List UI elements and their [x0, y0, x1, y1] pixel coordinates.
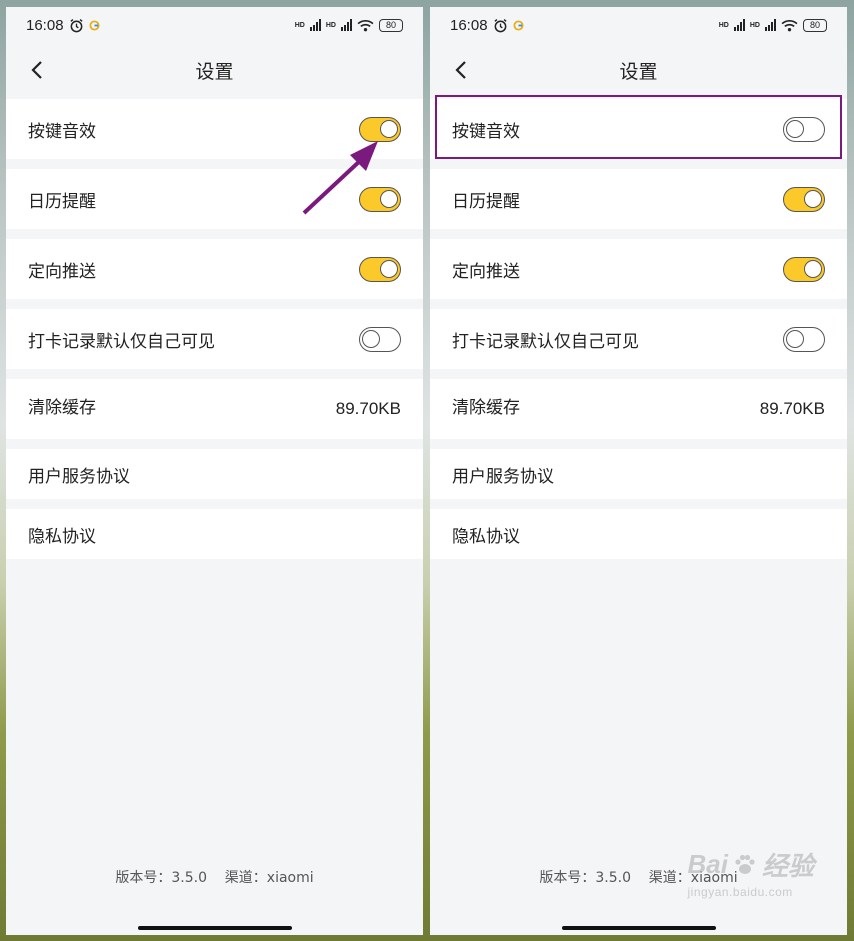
phone-screen-left: 16:08 HD HD 80 设置 按键音效 日历提醒 定向推送 打卡记录默认仅… — [6, 7, 423, 935]
checkin-private-toggle[interactable] — [359, 326, 401, 352]
back-button[interactable] — [22, 55, 52, 85]
setting-label: 清除缓存 — [28, 397, 96, 418]
home-indicator[interactable] — [137, 926, 292, 930]
hd-label: HD — [749, 21, 760, 29]
phone-screen-right: 16:08 HD HD 80 设置 按键音效 日历提醒 定向推送 打卡记录默认仅… — [430, 7, 847, 935]
status-time: 16:08 — [450, 16, 488, 34]
version-info: 版本号：3.5.0 渠道：xiaomi — [115, 870, 314, 886]
alarm-icon — [493, 18, 507, 32]
cache-size-value: 89.70KB — [759, 399, 825, 418]
circle-app-icon — [513, 19, 524, 31]
setting-row-calendar-reminder[interactable]: 日历提醒 — [6, 169, 423, 229]
wifi-icon — [357, 19, 374, 31]
key-sound-toggle[interactable] — [359, 116, 401, 142]
calendar-reminder-toggle[interactable] — [359, 186, 401, 212]
home-indicator[interactable] — [561, 926, 716, 930]
nav-bar: 设置 — [430, 43, 847, 97]
setting-label: 打卡记录默认仅自己可见 — [28, 331, 215, 352]
setting-row-key-sound[interactable]: 按键音效 — [6, 99, 423, 159]
signal-icon — [309, 19, 321, 31]
checkin-private-toggle[interactable] — [783, 326, 825, 352]
signal-icon — [733, 19, 745, 31]
watermark-brand-cn: 经验 — [761, 851, 814, 881]
setting-label: 隐私协议 — [452, 526, 520, 547]
paw-logo-icon — [735, 854, 755, 874]
back-button[interactable] — [446, 55, 476, 85]
setting-row-privacy-policy[interactable]: 隐私协议 — [430, 509, 847, 559]
hd-label: HD — [325, 21, 336, 29]
setting-row-checkin-private[interactable]: 打卡记录默认仅自己可见 — [6, 309, 423, 369]
targeted-push-toggle[interactable] — [783, 256, 825, 282]
settings-list: 按键音效 日历提醒 定向推送 打卡记录默认仅自己可见 清除缓存 89.70KB … — [6, 99, 423, 569]
setting-label: 定向推送 — [452, 261, 520, 282]
status-bar: 16:08 HD HD 80 — [430, 7, 847, 43]
setting-row-clear-cache[interactable]: 清除缓存 89.70KB — [430, 379, 847, 439]
alarm-icon — [69, 18, 83, 32]
setting-label: 用户服务协议 — [28, 466, 130, 487]
watermark-brand: Bai — [687, 849, 728, 879]
nav-bar: 设置 — [6, 43, 423, 97]
setting-label: 按键音效 — [28, 121, 96, 142]
hd-label: HD — [294, 21, 305, 29]
setting-label: 打卡记录默认仅自己可见 — [452, 331, 639, 352]
battery-icon: 80 — [379, 18, 403, 32]
page-title: 设置 — [195, 61, 234, 83]
targeted-push-toggle[interactable] — [359, 256, 401, 282]
setting-label: 清除缓存 — [452, 397, 520, 418]
setting-label: 定向推送 — [28, 261, 96, 282]
watermark-url: jingyan.baidu.com — [687, 885, 793, 899]
wifi-icon — [781, 19, 798, 31]
setting-label: 按键音效 — [452, 121, 520, 142]
setting-row-checkin-private[interactable]: 打卡记录默认仅自己可见 — [430, 309, 847, 369]
setting-label: 日历提醒 — [28, 191, 96, 212]
chevron-left-icon — [31, 61, 42, 79]
setting-row-clear-cache[interactable]: 清除缓存 89.70KB — [6, 379, 423, 439]
setting-row-key-sound[interactable]: 按键音效 — [430, 99, 847, 159]
key-sound-toggle[interactable] — [783, 116, 825, 142]
chevron-left-icon — [455, 61, 466, 79]
setting-label: 日历提醒 — [452, 191, 520, 212]
setting-label: 隐私协议 — [28, 526, 96, 547]
setting-row-targeted-push[interactable]: 定向推送 — [430, 239, 847, 299]
settings-list: 按键音效 日历提醒 定向推送 打卡记录默认仅自己可见 清除缓存 89.70KB … — [430, 99, 847, 569]
setting-row-user-agreement[interactable]: 用户服务协议 — [430, 449, 847, 499]
signal-icon — [765, 19, 776, 31]
setting-row-calendar-reminder[interactable]: 日历提醒 — [430, 169, 847, 229]
setting-row-privacy-policy[interactable]: 隐私协议 — [6, 509, 423, 559]
cache-size-value: 89.70KB — [335, 399, 401, 418]
setting-label: 用户服务协议 — [452, 466, 554, 487]
hd-label: HD — [718, 21, 729, 29]
status-bar: 16:08 HD HD 80 — [6, 7, 423, 43]
calendar-reminder-toggle[interactable] — [783, 186, 825, 212]
setting-row-user-agreement[interactable]: 用户服务协议 — [6, 449, 423, 499]
circle-app-icon — [89, 19, 100, 31]
page-title: 设置 — [619, 61, 658, 83]
signal-icon — [341, 19, 352, 31]
status-time: 16:08 — [26, 16, 64, 34]
baidu-jingyan-watermark: Bai 经验 jingyan.baidu.com — [688, 846, 814, 899]
setting-row-targeted-push[interactable]: 定向推送 — [6, 239, 423, 299]
battery-icon: 80 — [803, 18, 827, 32]
